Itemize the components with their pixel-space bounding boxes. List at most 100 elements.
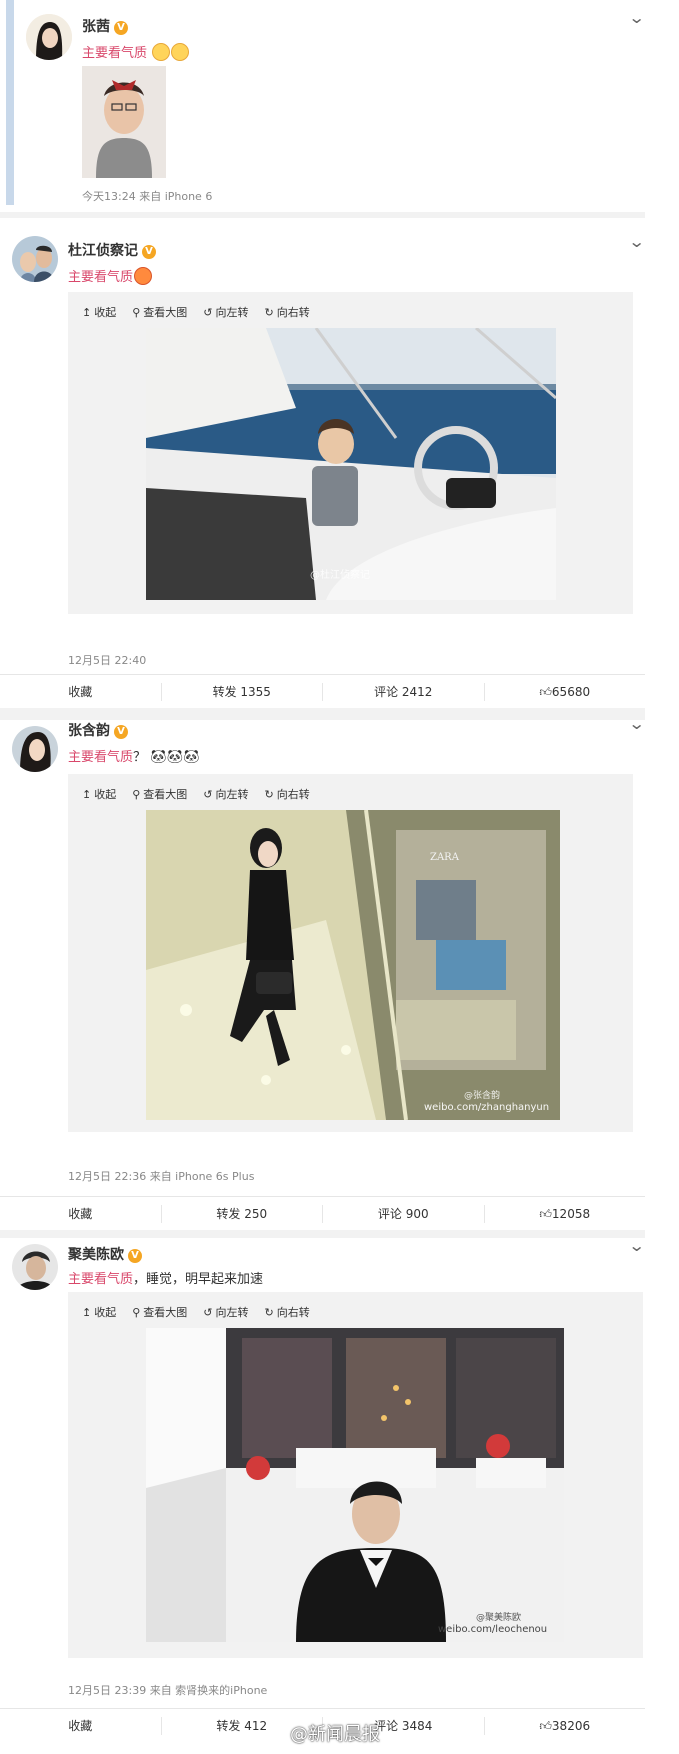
author-name[interactable]: 张茜 V	[82, 16, 128, 36]
rotate-left-button[interactable]: ↺ 向左转	[203, 786, 248, 802]
hashtag-link[interactable]: 主要看气质	[68, 1272, 133, 1287]
favorite-button[interactable]: 收藏	[0, 1204, 162, 1223]
toolbar-label: 向右转	[276, 306, 310, 319]
magnifier-icon: ⚲	[132, 1305, 141, 1319]
action-bar: 收藏 转发 250 评论 900 👍︎12058	[0, 1196, 645, 1230]
rotate-right-icon: ↻	[264, 787, 274, 801]
photo-watermark: @聚美陈欧	[476, 1613, 522, 1623]
emoji-laugh-icon	[152, 43, 171, 61]
arrow-up-icon: ↥	[82, 305, 92, 319]
verified-icon: V	[142, 245, 156, 259]
toolbar-label: 查看大图	[143, 788, 188, 801]
toolbar-label: 查看大图	[143, 306, 188, 319]
post-text-rest: ？	[133, 750, 147, 765]
divider	[0, 212, 645, 218]
author-name[interactable]: 聚美陈欧 V	[68, 1244, 142, 1264]
rotate-left-icon: ↺	[203, 305, 213, 319]
chevron-down-icon[interactable]: ⌄	[628, 1236, 645, 1255]
rotate-left-button[interactable]: ↺ 向左转	[203, 1304, 248, 1320]
avatar[interactable]	[26, 14, 72, 60]
author-name[interactable]: 张含韵 V	[68, 720, 128, 740]
post-text: 主要看气质？ 🐼︎🐼︎🐼︎	[68, 746, 200, 765]
author-name-text[interactable]: 聚美陈欧	[68, 1247, 124, 1263]
media-toolbar: ↥ 收起 ⚲ 查看大图 ↺ 向左转 ↻ 向右转	[82, 1304, 310, 1320]
author-name-text[interactable]: 张含韵	[68, 723, 110, 739]
view-large-button[interactable]: ⚲ 查看大图	[132, 1304, 187, 1320]
rotate-left-icon: ↺	[203, 1305, 213, 1319]
favorite-button[interactable]: 收藏	[0, 1716, 162, 1735]
hashtag-link[interactable]: 主要看气质	[82, 46, 147, 61]
post-text-rest: ，睡觉，明早起来加速	[133, 1272, 264, 1287]
chevron-down-icon[interactable]: ⌄	[628, 232, 645, 251]
rotate-left-button[interactable]: ↺ 向左转	[203, 304, 248, 320]
media-toolbar: ↥ 收起 ⚲ 查看大图 ↺ 向左转 ↻ 向右转	[82, 304, 310, 320]
avatar[interactable]	[12, 726, 58, 772]
post-text: 主要看气质	[82, 42, 190, 61]
like-button[interactable]: 👍︎12058	[485, 1205, 646, 1223]
post-meta: 12月5日 23:39 来自 索肾换来的iPhone	[68, 1684, 268, 1697]
emoji-love-icon	[134, 267, 153, 285]
like-count: 65680	[551, 684, 591, 699]
thumbs-up-icon: 👍︎	[539, 684, 552, 699]
emoji-laugh-icon	[171, 43, 190, 61]
toolbar-label: 收起	[94, 306, 117, 319]
chevron-down-icon[interactable]: ⌄	[628, 8, 645, 27]
rotate-right-button[interactable]: ↻ 向右转	[265, 304, 310, 320]
toolbar-label: 收起	[94, 788, 117, 801]
toolbar-label: 查看大图	[143, 1306, 188, 1319]
comment-button[interactable]: 评论 900	[323, 1204, 485, 1223]
expanded-media-panel: ↥ 收起 ⚲ 查看大图 ↺ 向左转 ↻ 向右转 @聚美陈欧 weibo.com/leoc…	[68, 1292, 643, 1658]
footer-watermark: @新闻晨报	[290, 1724, 380, 1745]
post-meta: 12月5日 22:36 来自 iPhone 6s Plus	[68, 1170, 255, 1183]
toolbar-label: 收起	[94, 1306, 117, 1319]
favorite-button[interactable]: 收藏	[0, 682, 162, 701]
expanded-media-panel: ↥ 收起 ⚲ 查看大图 ↺ 向左转 ↻ 向右转 @杜江侦察记	[68, 292, 633, 614]
photo-watermark-url: weibo.com/zhanghanyun	[424, 1102, 550, 1113]
collapse-button[interactable]: ↥ 收起	[82, 304, 116, 320]
hashtag-link[interactable]: 主要看气质	[68, 750, 133, 765]
view-large-button[interactable]: ⚲ 查看大图	[132, 304, 187, 320]
post-photo[interactable]: ZARA @张含韵 weibo.com/zhanghanyun	[146, 810, 560, 1120]
like-button[interactable]: 👍︎65680	[485, 683, 646, 701]
collapse-button[interactable]: ↥ 收起	[82, 1304, 116, 1320]
photo-store-sign: ZARA	[430, 852, 459, 863]
magnifier-icon: ⚲	[132, 305, 141, 319]
rotate-right-button[interactable]: ↻ 向右转	[265, 786, 310, 802]
photo-watermark: @张含韵	[464, 1091, 501, 1101]
panda-emoji-icon: 🐼︎🐼︎🐼︎	[150, 750, 200, 765]
expanded-media-panel: ↥ 收起 ⚲ 查看大图 ↺ 向左转 ↻ 向右转 ZARA @张含韵 weibo.com/…	[68, 774, 633, 1132]
verified-icon: V	[114, 725, 128, 739]
arrow-up-icon: ↥	[82, 1305, 92, 1319]
divider	[0, 708, 645, 720]
like-button[interactable]: 👍︎38206	[485, 1717, 646, 1735]
post-thumbnail[interactable]	[82, 66, 166, 178]
repost-button[interactable]: 转发 250	[162, 1204, 323, 1223]
verified-icon: V	[128, 1249, 142, 1263]
collapse-button[interactable]: ↥ 收起	[82, 786, 116, 802]
hashtag-link[interactable]: 主要看气质	[68, 270, 133, 285]
divider	[0, 1230, 645, 1238]
avatar[interactable]	[12, 1244, 58, 1290]
avatar[interactable]	[12, 236, 58, 282]
rotate-right-button[interactable]: ↻ 向右转	[265, 1304, 310, 1320]
thumbs-up-icon: 👍︎	[539, 1206, 552, 1221]
verified-icon: V	[114, 21, 128, 35]
author-name[interactable]: 杜江侦察记 V	[68, 240, 156, 260]
post-photo[interactable]: @聚美陈欧 weibo.com/leochenou	[146, 1328, 564, 1642]
repost-button[interactable]: 转发 1355	[162, 682, 323, 701]
media-toolbar: ↥ 收起 ⚲ 查看大图 ↺ 向左转 ↻ 向右转	[82, 786, 310, 802]
quote-bar	[6, 0, 14, 205]
chevron-down-icon[interactable]: ⌄	[628, 714, 645, 733]
post-photo[interactable]: @杜江侦察记	[146, 328, 556, 600]
post-zhangqian: 张茜 V 主要看气质 今天13:24 来自 iPhone 6 ⌄	[0, 0, 645, 205]
rotate-right-icon: ↻	[264, 305, 274, 319]
like-count: 12058	[551, 1206, 591, 1221]
post-meta: 12月5日 22:40	[68, 654, 147, 667]
author-name-text[interactable]: 张茜	[82, 19, 110, 35]
rotate-right-icon: ↻	[264, 1305, 274, 1319]
author-name-text[interactable]: 杜江侦察记	[68, 243, 138, 259]
view-large-button[interactable]: ⚲ 查看大图	[132, 786, 187, 802]
comment-button[interactable]: 评论 2412	[323, 682, 485, 701]
magnifier-icon: ⚲	[132, 787, 141, 801]
action-bar: 收藏 转发 1355 评论 2412 👍︎65680	[0, 674, 645, 708]
